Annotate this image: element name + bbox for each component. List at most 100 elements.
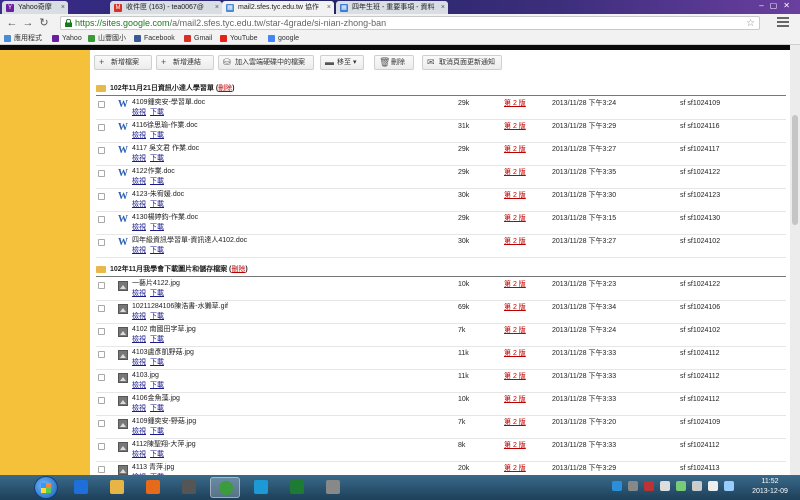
display-icon[interactable] [724, 481, 734, 491]
system-clock[interactable]: 11:52 2013-12-09 [745, 477, 795, 497]
download-link[interactable]: 下載 [150, 201, 164, 208]
file-row[interactable]: 4102 南國田字草.jpg 檢視 下載 7k 第 2 版 2013/11/28 下午3:… [96, 324, 786, 347]
view-link[interactable]: 檢視 [132, 405, 146, 412]
version-link[interactable]: 第 2 版 [504, 441, 526, 451]
file-row[interactable]: 1021128410​6陳浩書-水獺草.gif 檢視 下載 69k 第 2 版 2013/… [96, 301, 786, 324]
view-link[interactable]: 檢視 [132, 178, 146, 185]
row-checkbox[interactable] [98, 443, 105, 450]
row-checkbox[interactable] [98, 351, 105, 358]
download-link[interactable]: 下載 [150, 428, 164, 435]
browser-tab-yahoo[interactable]: Y Yahoo奇摩 × [2, 1, 68, 14]
download-link[interactable]: 下載 [150, 178, 164, 185]
row-checkbox[interactable] [98, 147, 105, 154]
file-row[interactable]: 一藝片4122.jpg 檢視 下載 10k 第 2 版 2013/11/28 下午3:23… [96, 278, 786, 301]
download-link[interactable]: 下載 [150, 247, 164, 254]
download-link[interactable]: 下載 [150, 290, 164, 297]
view-link[interactable]: 檢視 [132, 428, 146, 435]
close-icon[interactable]: × [327, 1, 331, 14]
row-checkbox[interactable] [98, 466, 105, 473]
row-checkbox[interactable] [98, 305, 105, 312]
file-row[interactable]: 4106金魚藻.jpg 檢視 下載 10k 第 2 版 2013/11/28 下午3:33… [96, 393, 786, 416]
row-checkbox[interactable] [98, 420, 105, 427]
file-row[interactable]: W 4116徐思瑜-作業.doc 檢視 下載 31k 第 2 版 2013/11/28 下午… [96, 120, 786, 143]
file-row[interactable]: 4112陳聖翔-大萍.jpg 檢視 下載 8k 第 2 版 2013/11/28 下午3:… [96, 439, 786, 462]
taskbar-app[interactable] [138, 477, 168, 498]
start-button[interactable] [34, 476, 58, 499]
version-link[interactable]: 第 2 版 [504, 326, 526, 336]
scrollbar-thumb[interactable] [792, 115, 798, 225]
file-row[interactable]: 4103盧彥凱野菇.jpg 檢視 下載 11k 第 2 版 2013/11/28 下午3:… [96, 347, 786, 370]
bookmark-star-icon[interactable]: ☆ [746, 17, 755, 30]
file-name[interactable]: 4122作業.doc [132, 167, 175, 177]
unsubscribe-button[interactable]: ✉ 取消頁面更新通知 [422, 55, 502, 70]
row-checkbox[interactable] [98, 282, 105, 289]
reload-icon[interactable]: ↻ [38, 16, 50, 30]
bookmark-yahoo[interactable]: Yahoo [52, 32, 82, 45]
version-link[interactable]: 第 2 版 [504, 464, 526, 474]
taskbar-app[interactable] [210, 477, 240, 498]
version-link[interactable]: 第 2 版 [504, 303, 526, 313]
version-link[interactable]: 第 2 版 [504, 237, 526, 247]
file-name[interactable]: 1021128410​6陳浩書-水獺草.gif [132, 302, 228, 312]
move-to-button[interactable]: ▬ 移至 ▾ [320, 55, 364, 70]
add-from-drive-button[interactable]: ⛁ 加入雲端硬碟中的檔案 [218, 55, 314, 70]
version-link[interactable]: 第 2 版 [504, 168, 526, 178]
version-link[interactable]: 第 2 版 [504, 395, 526, 405]
taskbar-app[interactable] [246, 477, 276, 498]
row-checkbox[interactable] [98, 170, 105, 177]
row-checkbox[interactable] [98, 216, 105, 223]
volume-icon[interactable] [708, 481, 718, 491]
browser-tab-class[interactable]: ▦ 四年生班 - 重要事項 - 資料 × [336, 1, 448, 14]
browser-tab-gmail[interactable]: M 收件匣 (163) - tea0067@ × [110, 1, 222, 14]
file-name[interactable]: 4103盧彥凱野菇.jpg [132, 348, 194, 358]
delete-button[interactable]: 🗑 刪除 [374, 55, 414, 70]
download-link[interactable]: 下載 [150, 382, 164, 389]
download-link[interactable]: 下載 [150, 336, 164, 343]
keyboard-icon[interactable] [660, 481, 670, 491]
view-link[interactable]: 檢視 [132, 290, 146, 297]
file-name[interactable]: 4106金魚藻.jpg [132, 394, 180, 404]
page-scrollbar[interactable] [790, 45, 800, 475]
download-link[interactable]: 下載 [150, 109, 164, 116]
file-row[interactable]: W 4123-朱宥媛.doc 檢視 下載 30k 第 2 版 2013/11/28 下午3:… [96, 189, 786, 212]
file-name[interactable]: 4102 南國田字草.jpg [132, 325, 196, 335]
file-name[interactable]: 4109鍾奕安-野菇.jpg [132, 417, 196, 427]
download-link[interactable]: 下載 [150, 451, 164, 458]
close-icon[interactable]: × [215, 1, 219, 14]
row-checkbox[interactable] [98, 101, 105, 108]
download-link[interactable]: 下載 [150, 224, 164, 231]
antivirus-icon[interactable] [644, 481, 654, 491]
row-checkbox[interactable] [98, 397, 105, 404]
file-name[interactable]: 四年級資訊學習單-資訊達人4102.doc [132, 236, 247, 246]
delete-section-link[interactable]: 刪除 [231, 266, 245, 273]
file-name[interactable]: 4109鍾奕安-學習單.doc [132, 98, 205, 108]
browser-tab-sites[interactable]: ▦ mail2.sfes.tyc.edu.tw 協作 × [222, 1, 334, 14]
add-file-button[interactable]: + 新增檔案 [94, 55, 152, 70]
address-bar[interactable]: https://sites.google.com/a/mail2.sfes.ty… [60, 16, 760, 30]
forward-icon[interactable]: → [22, 16, 34, 30]
version-link[interactable]: 第 2 版 [504, 418, 526, 428]
row-checkbox[interactable] [98, 124, 105, 131]
taskbar-app[interactable] [174, 477, 204, 498]
file-name[interactable]: 4113 青萍.jpg [132, 463, 174, 473]
help-icon[interactable] [612, 481, 622, 491]
add-link-button[interactable]: + 新增連結 [156, 55, 214, 70]
version-link[interactable]: 第 2 版 [504, 122, 526, 132]
view-link[interactable]: 檢視 [132, 336, 146, 343]
view-link[interactable]: 檢視 [132, 247, 146, 254]
bookmark-youtube[interactable]: YouTube [220, 32, 258, 45]
file-row[interactable]: W 4117 吳文君 作業.doc 檢視 下載 29k 第 2 版 2013/11/28 下… [96, 143, 786, 166]
download-link[interactable]: 下載 [150, 313, 164, 320]
close-icon[interactable]: × [61, 1, 65, 14]
download-link[interactable]: 下載 [150, 132, 164, 139]
download-link[interactable]: 下載 [150, 155, 164, 162]
view-link[interactable]: 檢視 [132, 224, 146, 231]
ime-icon[interactable] [676, 481, 686, 491]
row-checkbox[interactable] [98, 328, 105, 335]
file-name[interactable]: 4117 吳文君 作業.doc [132, 144, 199, 154]
file-name[interactable]: 一藝片4122.jpg [132, 279, 180, 289]
menu-icon[interactable] [777, 17, 789, 29]
view-link[interactable]: 檢視 [132, 359, 146, 366]
download-link[interactable]: 下載 [150, 405, 164, 412]
view-link[interactable]: 檢視 [132, 155, 146, 162]
